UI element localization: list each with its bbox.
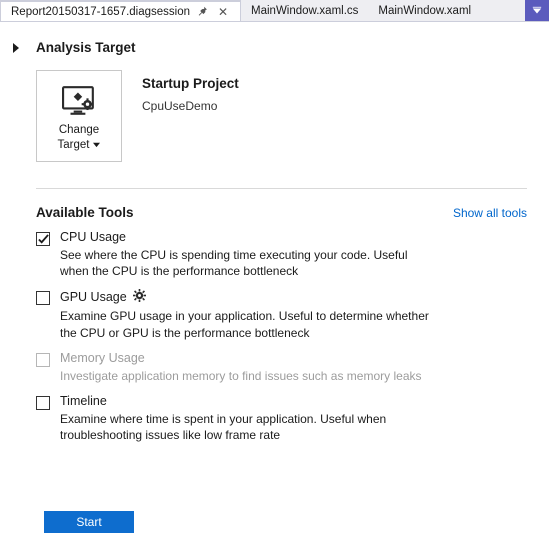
change-target-label: Change Target <box>58 123 101 152</box>
section-title: Analysis Target <box>36 40 136 55</box>
tab-label: Report20150317-1657.diagsession <box>11 6 190 18</box>
tool-row: CPU Usage See where the CPU is spending t… <box>36 230 507 279</box>
available-tools-title: Available Tools <box>36 205 134 220</box>
close-icon[interactable]: ✕ <box>216 5 230 19</box>
divider <box>36 188 527 189</box>
tab-overflow-button[interactable] <box>525 0 549 21</box>
tool-checkbox[interactable] <box>36 232 50 246</box>
change-target-button[interactable]: Change Target <box>36 70 122 162</box>
tab-active[interactable]: Report20150317-1657.diagsession ✕ <box>0 0 241 21</box>
tool-checkbox[interactable] <box>36 396 50 410</box>
tool-row: Memory Usage Investigate application memo… <box>36 351 507 384</box>
tool-title: GPU Usage <box>60 289 507 306</box>
tool-checkbox <box>36 353 50 367</box>
tool-title: Memory Usage <box>60 351 507 366</box>
pin-icon[interactable] <box>196 5 210 19</box>
tab-item[interactable]: MainWindow.xaml <box>368 0 481 21</box>
tool-title: CPU Usage <box>60 230 507 245</box>
tool-description: Examine GPU usage in your application. U… <box>60 308 430 340</box>
startup-project-name: CpuUseDemo <box>142 99 239 113</box>
tool-row: Timeline Examine where time is spent in y… <box>36 394 507 443</box>
tab-strip: Report20150317-1657.diagsession ✕ MainWi… <box>0 0 549 22</box>
tool-checkbox[interactable] <box>36 291 50 305</box>
chevron-down-icon <box>93 141 100 148</box>
startup-project-title: Startup Project <box>142 76 239 91</box>
gear-icon[interactable] <box>133 289 146 306</box>
monitor-gear-icon <box>62 86 96 119</box>
tool-description: Investigate application memory to find i… <box>60 368 430 384</box>
start-button[interactable]: Start <box>44 511 134 533</box>
tool-description: See where the CPU is spending time execu… <box>60 247 430 279</box>
tab-label: MainWindow.xaml.cs <box>251 5 358 17</box>
tab-label: MainWindow.xaml <box>378 5 471 17</box>
expand-chevron-icon[interactable] <box>10 42 24 56</box>
tool-description: Examine where time is spent in your appl… <box>60 411 430 443</box>
show-all-tools-link[interactable]: Show all tools <box>453 206 527 220</box>
tool-row: GPU Usage Examine GPU usage in your appli… <box>36 289 507 340</box>
tab-item[interactable]: MainWindow.xaml.cs <box>241 0 368 21</box>
tool-title: Timeline <box>60 394 507 409</box>
